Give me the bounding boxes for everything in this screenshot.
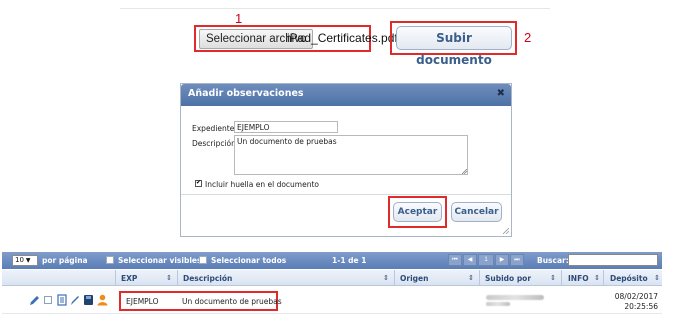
sort-icon: ⇕	[594, 275, 600, 282]
last-page-button[interactable]: ⏭	[510, 254, 524, 266]
descripcion-textarea[interactable]: Un documento de pruebas	[234, 135, 468, 175]
dialog-separator	[181, 194, 511, 195]
col-subido-por[interactable]: Subido por ⇕	[479, 270, 561, 286]
col-descripcion[interactable]: Descripción ⇕	[177, 270, 394, 286]
sort-icon: ⇕	[468, 275, 474, 282]
row-exp-cell: EJEMPLO	[126, 297, 159, 306]
expediente-field[interactable]: EJEMPLO	[234, 121, 338, 133]
book-icon[interactable]	[83, 294, 94, 306]
sort-icon: ⇕	[550, 275, 556, 282]
cancel-button[interactable]: Cancelar	[451, 202, 502, 222]
annotation-number-2: 2	[524, 30, 532, 45]
add-observations-dialog: Añadir observaciones ✖ Expediente: EJEMP…	[180, 83, 512, 237]
resize-grip-icon[interactable]	[462, 169, 467, 174]
close-icon[interactable]: ✖	[497, 88, 505, 99]
redacted-uploader	[486, 295, 544, 300]
top-divider	[120, 8, 550, 9]
dialog-header: Añadir observaciones ✖	[181, 84, 511, 106]
include-hash-checkbox[interactable]: ✔	[195, 180, 202, 187]
select-visible-label: Seleccionar visibles	[118, 256, 202, 265]
table-toolbar: 10 ▼ por página Seleccionar visibles Sel…	[2, 252, 662, 269]
col-deposito[interactable]: Depósito ⇕	[603, 270, 662, 286]
per-page-value: 10	[15, 256, 24, 264]
accept-button[interactable]: Aceptar	[393, 202, 442, 222]
user-icon[interactable]	[97, 294, 108, 306]
col-info[interactable]: INFO ⇕	[561, 270, 603, 286]
annotation-number-1: 1	[235, 11, 243, 26]
redacted-uploader-secondary	[486, 302, 510, 306]
expediente-label: Expediente:	[192, 124, 237, 133]
col-exp[interactable]: EXP ⇕	[115, 270, 177, 286]
pencil-icon[interactable]	[29, 295, 40, 306]
col-origen[interactable]: Origen ⇕	[394, 270, 479, 286]
row-select-checkbox[interactable]	[44, 296, 52, 304]
select-all-checkbox[interactable]	[199, 256, 207, 264]
first-page-button[interactable]: ⏮	[448, 254, 462, 266]
per-page-label: por página	[42, 256, 88, 265]
search-input[interactable]	[568, 254, 658, 266]
table-row[interactable]: EJEMPLO Un documento de pruebas 08/02/20…	[2, 287, 662, 314]
table-header: EXP ⇕ Descripción ⇕ Origen ⇕ Subido por …	[2, 270, 662, 286]
sort-icon: ⇕	[654, 275, 660, 282]
prev-page-button[interactable]: ◀	[463, 254, 477, 266]
select-all-label: Seleccionar todos	[211, 256, 287, 265]
include-hash-label: Incluir huella en el documento	[205, 180, 320, 189]
dialog-resize-icon[interactable]	[503, 228, 509, 234]
search-label: Buscar:	[537, 256, 569, 265]
per-page-select[interactable]: 10 ▼	[12, 255, 38, 266]
record-range: 1-1 de 1	[332, 256, 367, 265]
row-descripcion-cell: Un documento de pruebas	[182, 297, 282, 306]
document-icon[interactable]	[57, 294, 67, 306]
row-deposito-date: 08/02/2017	[614, 292, 658, 301]
row-deposito-time: 20:25:56	[624, 302, 658, 311]
sort-icon: ⇕	[383, 275, 389, 282]
sort-icon: ⇕	[166, 275, 172, 282]
dialog-title: Añadir observaciones	[188, 88, 304, 99]
page-number[interactable]: 1	[478, 254, 494, 266]
select-visible-checkbox[interactable]	[106, 256, 114, 264]
upload-document-button[interactable]: Subir documento	[396, 26, 512, 67]
next-page-button[interactable]: ▶	[495, 254, 509, 266]
descripcion-label: Descripción:	[192, 139, 239, 148]
sign-pen-icon[interactable]	[69, 294, 80, 306]
selected-file-name: iPad_Certificates.pdf	[287, 31, 398, 45]
